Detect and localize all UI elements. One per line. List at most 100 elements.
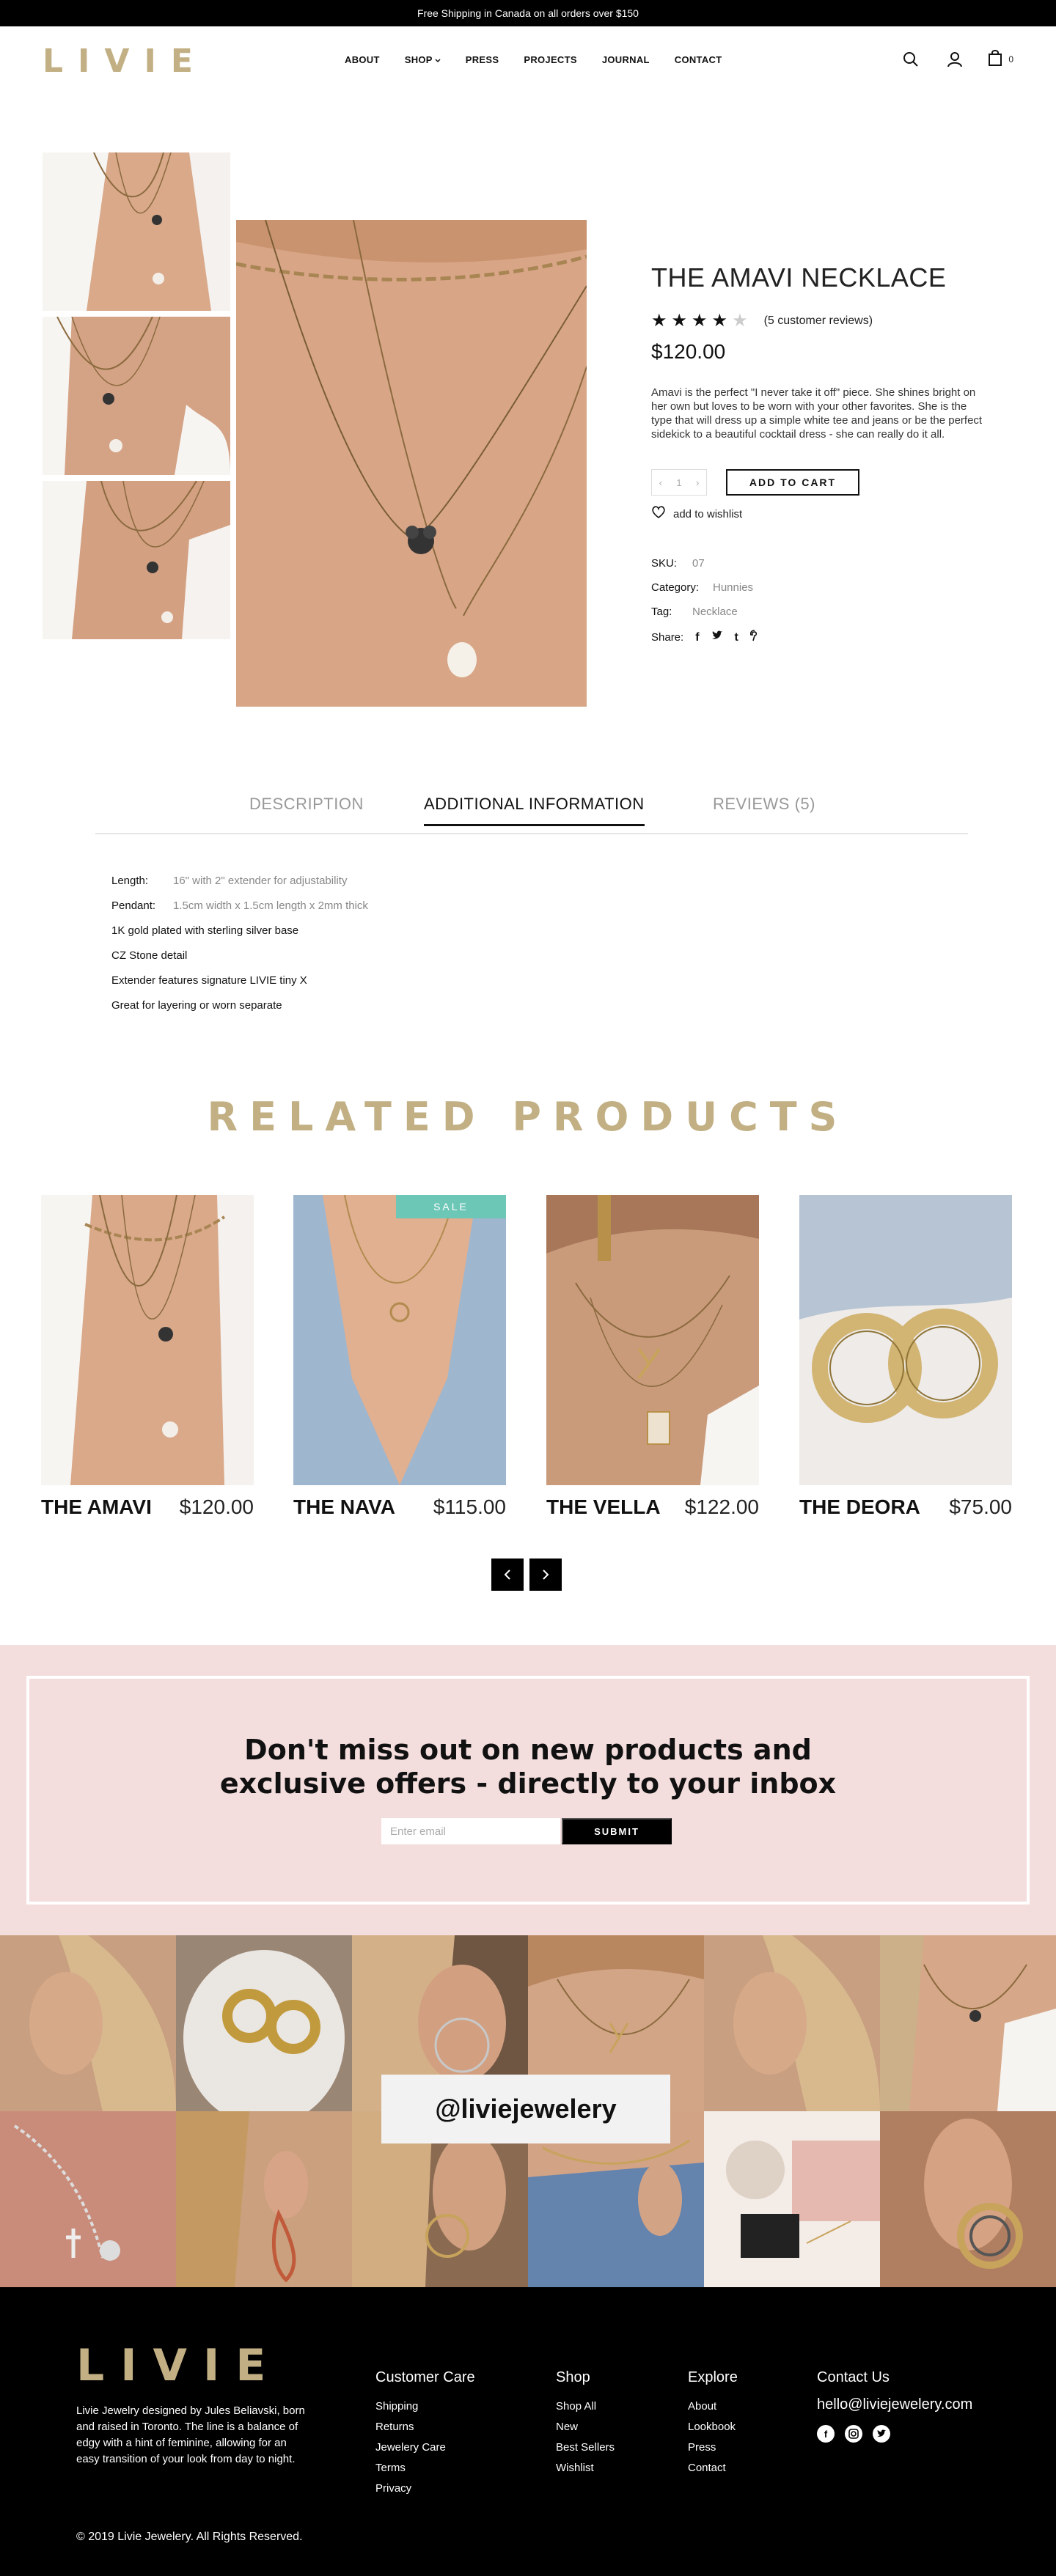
product-thumbnail-3[interactable] <box>43 481 230 639</box>
product-description: Amavi is the perfect "I never take it of… <box>651 386 983 441</box>
instagram-photo[interactable] <box>176 2111 352 2287</box>
quantity-stepper[interactable]: ‹ 1 › <box>651 469 707 496</box>
related-product-name[interactable]: THE VELLA <box>546 1495 661 1519</box>
related-product-price: $115.00 <box>433 1495 506 1518</box>
footer-link[interactable]: Best Sellers <box>556 2437 615 2458</box>
customer-reviews-link[interactable]: (5 customer reviews) <box>764 314 873 328</box>
sku-label: SKU: <box>651 557 678 570</box>
nav-contact[interactable]: CONTACT <box>675 54 722 65</box>
info-line: Great for layering or worn separate <box>111 998 282 1012</box>
related-product-name[interactable]: THE DEORA <box>799 1495 920 1519</box>
share-label: Share: <box>651 631 684 644</box>
facebook-icon[interactable]: f <box>817 2425 835 2443</box>
wishlist-link[interactable]: add to wishlist <box>651 506 989 522</box>
email-field[interactable]: Enter email <box>381 1818 560 1844</box>
nav-journal[interactable]: JOURNAL <box>602 54 650 65</box>
related-product-image[interactable] <box>41 1195 254 1485</box>
chevron-left-icon[interactable] <box>491 1559 524 1591</box>
related-product-image[interactable]: SALE <box>293 1195 506 1485</box>
product-info: THE AMAVI NECKLACE ★ ★ ★ ★ ★ (5 customer… <box>651 262 989 657</box>
instagram-handle[interactable]: @liviejewelery <box>381 2075 670 2143</box>
footer-contact: Contact Us hello@liviejewelery.com f <box>817 2369 972 2443</box>
related-product-image[interactable] <box>546 1195 759 1485</box>
footer-link[interactable]: Contact <box>688 2458 738 2479</box>
star-icon: ★ <box>692 311 708 331</box>
twitter-icon[interactable] <box>711 630 723 644</box>
footer-link[interactable]: Lookbook <box>688 2417 738 2437</box>
quantity-value[interactable]: 1 <box>676 477 681 488</box>
footer-about: Livie Jewelry designed by Jules Beliavsk… <box>76 2404 305 2465</box>
nav-about[interactable]: ABOUT <box>345 54 380 65</box>
nav-projects[interactable]: PROJECTS <box>524 54 576 65</box>
pinterest-icon[interactable] <box>749 630 759 645</box>
instagram-photo[interactable] <box>176 1935 352 2111</box>
star-rating: ★ ★ ★ ★ ★ <box>651 312 748 330</box>
product-main-image[interactable] <box>236 220 587 707</box>
related-products-heading: RELATED PRODUCTS <box>207 1094 849 1140</box>
footer-link[interactable]: Press <box>688 2437 738 2458</box>
carousel-controls <box>491 1559 562 1591</box>
footer-link[interactable]: About <box>688 2396 738 2417</box>
twitter-icon[interactable] <box>873 2425 890 2443</box>
related-product-price: $122.00 <box>684 1495 759 1518</box>
newsletter-heading-line-1: Don't miss out on new products and <box>244 1734 812 1766</box>
nav-press[interactable]: PRESS <box>466 54 499 65</box>
product-section: THE AMAVI NECKLACE ★ ★ ★ ★ ★ (5 customer… <box>0 94 1056 2576</box>
related-product-image[interactable] <box>799 1195 1012 1485</box>
tab-description[interactable]: DESCRIPTION <box>249 795 364 824</box>
related-product-name[interactable]: THE AMAVI <box>41 1495 152 1519</box>
related-product-card[interactable]: SALE THE NAVA $115.00 <box>293 1195 506 1519</box>
footer-logo[interactable]: LIVIE <box>76 2340 282 2391</box>
tab-additional-information[interactable]: ADDITIONAL INFORMATION <box>424 795 645 826</box>
tumblr-icon[interactable]: t <box>735 631 738 644</box>
account-icon[interactable] <box>944 48 966 70</box>
footer-link[interactable]: Terms <box>375 2458 475 2479</box>
tab-reviews[interactable]: REVIEWS (5) <box>713 795 815 824</box>
site-footer: LIVIE Livie Jewelry designed by Jules Be… <box>0 2287 1056 2576</box>
decrement-icon[interactable]: ‹ <box>659 477 662 488</box>
facebook-icon[interactable]: f <box>695 631 699 644</box>
star-icon: ★ <box>711 311 728 331</box>
cart-button[interactable]: 0 <box>988 49 1013 70</box>
instagram-photo[interactable] <box>880 2111 1056 2287</box>
add-to-cart-button[interactable]: ADD TO CART <box>726 469 859 496</box>
brand-logo[interactable]: LIVIE <box>43 43 208 80</box>
footer-link[interactable]: Privacy <box>375 2479 475 2499</box>
product-thumbnail-2[interactable] <box>43 317 230 475</box>
main-nav: ABOUT SHOP PRESS PROJECTS JOURNAL CONTAC… <box>345 54 747 65</box>
product-thumbnail-1[interactable] <box>43 152 230 311</box>
nav-shop-label: SHOP <box>404 54 433 65</box>
category-label: Category: <box>651 581 700 594</box>
footer-customer-care-title: Customer Care <box>375 2369 475 2385</box>
related-product-card[interactable]: THE AMAVI $120.00 <box>41 1195 254 1519</box>
heart-icon <box>651 506 666 522</box>
newsletter-form: Enter email SUBMIT <box>381 1818 672 1844</box>
instagram-icon[interactable] <box>845 2425 862 2443</box>
info-line: Extender features signature LIVIE tiny X <box>111 974 307 987</box>
footer-link[interactable]: New <box>556 2417 615 2437</box>
contact-email-link[interactable]: hello@liviejewelery.com <box>817 2396 972 2413</box>
chevron-right-icon[interactable] <box>529 1559 562 1591</box>
instagram-photo[interactable] <box>704 1935 880 2111</box>
footer-link[interactable]: Jewelery Care <box>375 2437 475 2458</box>
related-product-card[interactable]: THE DEORA $75.00 <box>799 1195 1012 1519</box>
footer-link[interactable]: Shipping <box>375 2396 475 2417</box>
search-icon[interactable] <box>900 48 922 70</box>
instagram-photo[interactable] <box>0 2111 176 2287</box>
footer-link[interactable]: Wishlist <box>556 2458 615 2479</box>
nav-shop[interactable]: SHOP <box>405 54 441 65</box>
footer-link[interactable]: Shop All <box>556 2396 615 2417</box>
pendant-label: Pendant: <box>111 899 156 912</box>
instagram-photo[interactable] <box>880 1935 1056 2111</box>
instagram-photo[interactable] <box>0 1935 176 2111</box>
submit-button[interactable]: SUBMIT <box>562 1818 672 1844</box>
related-product-name[interactable]: THE NAVA <box>293 1495 395 1519</box>
footer-contact-title: Contact Us <box>817 2369 890 2385</box>
tag-link[interactable]: Necklace <box>692 606 738 618</box>
instagram-photo[interactable] <box>704 2111 880 2287</box>
footer-link[interactable]: Returns <box>375 2417 475 2437</box>
increment-icon[interactable]: › <box>696 477 699 488</box>
related-product-card[interactable]: THE VELLA $122.00 <box>546 1195 759 1519</box>
product-title: THE AMAVI NECKLACE <box>651 262 947 292</box>
category-link[interactable]: Hunnies <box>713 581 753 594</box>
